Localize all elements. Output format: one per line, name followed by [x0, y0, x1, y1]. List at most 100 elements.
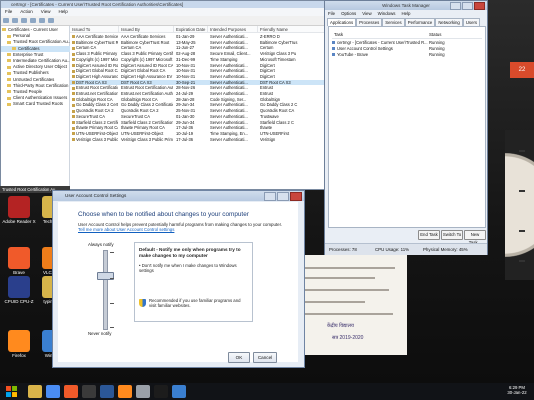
- tab-processes[interactable]: Processes: [356, 18, 383, 26]
- file-icon[interactable]: [136, 385, 150, 398]
- maximize-icon[interactable]: [277, 192, 289, 201]
- cell-text: VeriSign Class 3 Pu: [260, 51, 297, 57]
- tm-menu-view[interactable]: View: [359, 10, 374, 17]
- tree-item[interactable]: Trusted Publishers: [1, 70, 75, 76]
- tm-menu-help[interactable]: Help: [398, 10, 413, 17]
- cell-text: DigiCert Global Root CA: [121, 68, 166, 74]
- folder-icon: [7, 59, 11, 63]
- tab-applications[interactable]: Applications: [327, 18, 357, 26]
- tm-menu-options[interactable]: Options: [338, 10, 359, 17]
- windows-start-icon[interactable]: [6, 386, 17, 397]
- explorer-icon[interactable]: [28, 385, 42, 398]
- tab-services[interactable]: Services: [382, 18, 405, 26]
- tab-performance[interactable]: Performance: [404, 18, 436, 26]
- uac-learn-more-link[interactable]: Tell me more about User Account Control …: [78, 227, 174, 232]
- uac-slider-track[interactable]: [103, 250, 108, 330]
- tree-item[interactable]: Client Authentication Issuers: [1, 95, 75, 101]
- desktop-shortcut-label: Firefox: [12, 353, 26, 358]
- uac-level-description: Default - Notify me only when programs t…: [134, 242, 253, 322]
- tree-item[interactable]: Smart Card Trusted Roots: [1, 101, 75, 107]
- list-item[interactable]: certmgr - [Certificates - Current User\T…: [332, 40, 482, 46]
- cell-text: DigiCert: [260, 73, 275, 79]
- tree-item[interactable]: Intermediate Certification Au...: [1, 58, 75, 64]
- menu-file[interactable]: File: [1, 8, 16, 16]
- tree-item[interactable]: Third-Party Root Certification: [1, 83, 75, 89]
- tree-item[interactable]: Trusted Root Certification Au...: [1, 39, 75, 45]
- column-header[interactable]: Intended Purposes: [208, 26, 258, 33]
- cancel-button[interactable]: Cancel: [253, 352, 277, 363]
- back-icon[interactable]: [3, 18, 9, 23]
- desktop-shortcut[interactable]: Adobe Reader X: [2, 196, 36, 224]
- menu-action[interactable]: Action: [16, 8, 37, 16]
- minimize-icon[interactable]: [264, 192, 276, 201]
- terminal-icon[interactable]: [82, 385, 96, 398]
- export-icon[interactable]: [39, 18, 45, 23]
- slider-tick: [110, 252, 114, 253]
- menu-help[interactable]: Help: [54, 8, 71, 16]
- tree-item[interactable]: Active Directory User Object: [1, 64, 75, 70]
- certificate-icon: [72, 120, 75, 124]
- cell-text: DigiCert High Assurance EV Root ...: [121, 73, 173, 79]
- certificate-icon: [72, 132, 75, 136]
- list-item[interactable]: YouTube - Brave Running: [332, 52, 482, 58]
- col-task[interactable]: Task: [334, 31, 343, 38]
- cell-text: Time Stamping, En...: [210, 130, 249, 136]
- end-task-button[interactable]: End Task: [418, 230, 440, 240]
- firefox-icon[interactable]: [118, 385, 132, 398]
- column-header[interactable]: Issued To: [70, 26, 119, 33]
- tree-item[interactable]: Untrusted Certificates: [1, 77, 75, 83]
- cell-text: thawte Primary Root CA: [121, 125, 165, 131]
- folder-icon: [12, 46, 16, 50]
- menu-view[interactable]: View: [37, 8, 55, 16]
- certificate-icon: [72, 58, 75, 62]
- firefox-icon: [8, 330, 30, 352]
- cell-text: Certum CA: [76, 45, 97, 51]
- column-header[interactable]: Expiration Date: [174, 26, 208, 33]
- tree-item[interactable]: Personal: [1, 33, 75, 39]
- tree-item-label: Client Authentication Issuers: [13, 95, 68, 101]
- tree-item[interactable]: Certificates: [1, 45, 80, 52]
- uac-icon[interactable]: [172, 385, 186, 398]
- desktop-shortcut-label: Adobe Reader X: [2, 219, 36, 224]
- desktop-shortcut[interactable]: Brave: [2, 247, 36, 275]
- table-cell: Server Authenticati...: [210, 137, 257, 143]
- system-clock[interactable]: 6:29 PM 30-Jan-22: [501, 385, 533, 395]
- brave-icon[interactable]: [64, 385, 78, 398]
- col-status[interactable]: Status: [429, 31, 441, 38]
- table-row[interactable]: VeriSign Class 3 Public Primary...VeriSi…: [70, 137, 335, 143]
- tab-users[interactable]: Users: [462, 18, 481, 26]
- tree-item[interactable]: Enterprise Trust: [1, 52, 75, 58]
- refresh-icon[interactable]: [30, 18, 36, 23]
- new-task-button[interactable]: New Task...: [464, 230, 486, 245]
- app-icon: [332, 41, 335, 45]
- ok-button[interactable]: OK: [228, 352, 250, 363]
- close-icon[interactable]: [290, 192, 302, 201]
- tree-item[interactable]: Certificates - Current User: [1, 27, 70, 33]
- maximize-icon[interactable]: [462, 2, 473, 10]
- cell-text: GlobalSign Root CA: [76, 96, 113, 102]
- forward-icon[interactable]: [12, 18, 18, 23]
- cell-text: Server Authenticati...: [210, 108, 248, 114]
- column-header[interactable]: Issued By: [119, 26, 174, 33]
- folder-icon: [7, 40, 11, 44]
- tab-networking[interactable]: Networking: [435, 18, 463, 26]
- cell-text: 28-Jan-28: [176, 96, 195, 102]
- desktop-shortcut[interactable]: Firefox: [2, 330, 36, 358]
- folder-icon: [7, 53, 11, 57]
- tm-menu-file[interactable]: File: [325, 10, 338, 17]
- tree-item-label: Certificates - Current User: [8, 27, 58, 32]
- up-icon[interactable]: [21, 18, 27, 23]
- close-icon[interactable]: [474, 2, 485, 10]
- certificate-icon: [72, 138, 75, 142]
- tm-menu-windows[interactable]: Windows: [375, 10, 399, 17]
- tree-item-label: Personal: [13, 33, 30, 39]
- switch-to-button[interactable]: Switch To: [441, 230, 463, 240]
- chrome-icon[interactable]: [46, 385, 60, 398]
- word-icon[interactable]: [100, 385, 114, 398]
- minimize-icon[interactable]: [450, 2, 461, 10]
- desktop-shortcut[interactable]: CPUID CPU-Z: [2, 276, 36, 304]
- help-icon[interactable]: [48, 18, 54, 23]
- tree-item[interactable]: Trusted People: [1, 89, 75, 95]
- cmd-icon[interactable]: [154, 385, 168, 398]
- list-item[interactable]: User Account Control Settings Running: [332, 46, 482, 52]
